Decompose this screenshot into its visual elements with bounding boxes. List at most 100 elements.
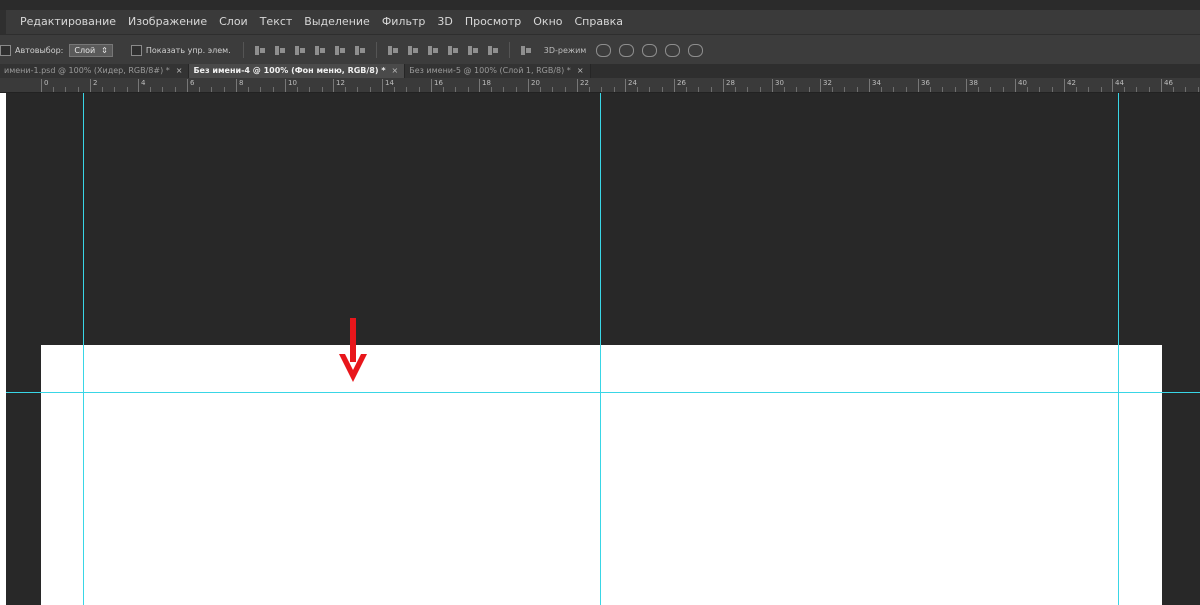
ruler-major-tick bbox=[1064, 79, 1065, 92]
autoselect-checkbox[interactable] bbox=[0, 44, 11, 56]
mode-3d-label: 3D-режим bbox=[543, 45, 587, 55]
ruler-minor-tick bbox=[1149, 87, 1150, 92]
autoselect-dropdown[interactable]: Слой ⇕ bbox=[69, 43, 113, 57]
menu-3d[interactable]: 3D bbox=[431, 10, 458, 34]
distribute-vcenter-icon[interactable] bbox=[407, 45, 419, 56]
ruler-minor-tick bbox=[857, 87, 858, 92]
rotate-3d-icon[interactable] bbox=[596, 43, 612, 57]
align-top-icon[interactable] bbox=[254, 45, 266, 56]
divider bbox=[375, 42, 377, 58]
menu-select[interactable]: Выделение bbox=[298, 10, 376, 34]
ruler-minor-tick bbox=[1003, 87, 1004, 92]
ruler-minor-tick bbox=[601, 87, 602, 92]
align-vcenter-icon[interactable] bbox=[274, 45, 286, 56]
distribute-hcenter-icon[interactable] bbox=[467, 45, 479, 56]
ruler-label: 8 bbox=[239, 79, 244, 87]
close-icon[interactable]: × bbox=[176, 64, 183, 78]
ruler-major-tick bbox=[479, 79, 480, 92]
document-canvas[interactable] bbox=[41, 345, 1162, 605]
ruler-minor-tick bbox=[309, 87, 310, 92]
menu-text[interactable]: Текст bbox=[254, 10, 299, 34]
menu-layers[interactable]: Слои bbox=[213, 10, 254, 34]
align-hcenter-icon[interactable] bbox=[334, 45, 346, 56]
distribute-top-icon[interactable] bbox=[387, 45, 399, 56]
close-icon[interactable]: × bbox=[577, 64, 584, 78]
tab-label: Без имени-5 @ 100% (Слой 1, RGB/8) * bbox=[409, 66, 571, 75]
roll-3d-icon[interactable] bbox=[619, 43, 635, 57]
ruler-major-tick bbox=[90, 79, 91, 92]
menu-help[interactable]: Справка bbox=[569, 10, 629, 34]
ruler-minor-tick bbox=[78, 87, 79, 92]
ruler-minor-tick bbox=[614, 87, 615, 92]
ruler-label: 30 bbox=[775, 79, 784, 87]
slide-3d-icon[interactable] bbox=[665, 43, 681, 57]
ruler-minor-tick bbox=[893, 87, 894, 92]
ruler-minor-tick bbox=[53, 87, 54, 92]
ruler-major-tick bbox=[187, 79, 188, 92]
guide-vertical[interactable] bbox=[600, 93, 601, 605]
ruler-minor-tick bbox=[881, 87, 882, 92]
options-bar: Автовыбор: Слой ⇕ Показать упр. элем. 3D… bbox=[0, 34, 1200, 66]
ruler-minor-tick bbox=[1198, 87, 1199, 92]
guide-vertical[interactable] bbox=[1118, 93, 1119, 605]
ruler-minor-tick bbox=[698, 87, 699, 92]
menu-filter[interactable]: Фильтр bbox=[376, 10, 432, 34]
ruler-label: 38 bbox=[969, 79, 978, 87]
guide-vertical[interactable] bbox=[83, 93, 84, 605]
distribute-bottom-icon[interactable] bbox=[427, 45, 439, 56]
ruler-minor-tick bbox=[552, 87, 553, 92]
menu-view[interactable]: Просмотр bbox=[459, 10, 527, 34]
ruler-minor-tick bbox=[1101, 87, 1102, 92]
ruler-minor-tick bbox=[443, 87, 444, 92]
document-tabs: имени-1.psd @ 100% (Хидер, RGB/8#) * × Б… bbox=[0, 64, 1200, 78]
ruler-minor-tick bbox=[990, 87, 991, 92]
ruler-minor-tick bbox=[844, 87, 845, 92]
ruler-major-tick bbox=[869, 79, 870, 92]
ruler-minor-tick bbox=[65, 87, 66, 92]
ruler-label: 40 bbox=[1018, 79, 1027, 87]
ruler-major-tick bbox=[41, 79, 42, 92]
document-tab[interactable]: имени-1.psd @ 100% (Хидер, RGB/8#) * × bbox=[0, 64, 190, 78]
align-right-icon[interactable] bbox=[354, 45, 366, 56]
guide-horizontal[interactable] bbox=[6, 392, 1200, 393]
align-bottom-icon[interactable] bbox=[294, 45, 306, 56]
tab-label: Без имени-4 @ 100% (Фон меню, RGB/8) * bbox=[193, 66, 386, 75]
ruler-major-tick bbox=[918, 79, 919, 92]
ruler-minor-tick bbox=[747, 87, 748, 92]
app-logo-edge bbox=[0, 10, 6, 34]
scale-3d-icon[interactable] bbox=[688, 43, 704, 57]
drag-3d-icon[interactable] bbox=[642, 43, 658, 57]
ruler-minor-tick bbox=[114, 87, 115, 92]
ruler-major-tick bbox=[431, 79, 432, 92]
ruler-minor-tick bbox=[711, 87, 712, 92]
ruler-minor-tick bbox=[394, 87, 395, 92]
ruler-label: 6 bbox=[190, 79, 195, 87]
ruler-major-tick bbox=[723, 79, 724, 92]
ruler-label: 34 bbox=[872, 79, 881, 87]
horizontal-ruler[interactable]: 0 2 4 6 8 10 12 14 16 18 20 22 24 26 28 30 32 34 36 38 40 42 4… bbox=[0, 78, 1200, 93]
ruler-minor-tick bbox=[565, 87, 566, 92]
ruler-minor-tick bbox=[955, 87, 956, 92]
ruler-major-tick bbox=[1015, 79, 1016, 92]
ruler-minor-tick bbox=[162, 87, 163, 92]
ruler-major-tick bbox=[1161, 79, 1162, 92]
ruler-minor-tick bbox=[357, 87, 358, 92]
menu-image[interactable]: Изображение bbox=[122, 10, 213, 34]
close-icon[interactable]: × bbox=[392, 64, 399, 78]
ruler-minor-tick bbox=[906, 87, 907, 92]
ruler-minor-tick bbox=[224, 87, 225, 92]
document-tab[interactable]: Без имени-5 @ 100% (Слой 1, RGB/8) * × bbox=[405, 64, 591, 78]
show-controls-checkbox[interactable] bbox=[130, 44, 142, 56]
ruler-minor-tick bbox=[637, 87, 638, 92]
menu-window[interactable]: Окно bbox=[527, 10, 568, 34]
photoshop-window: Редактирование Изображение Слои Текст Вы… bbox=[0, 0, 1200, 605]
align-left-icon[interactable] bbox=[314, 45, 326, 56]
auto-align-icon[interactable] bbox=[520, 45, 532, 56]
menu-edit[interactable]: Редактирование bbox=[14, 10, 122, 34]
ruler-major-tick bbox=[577, 79, 578, 92]
ruler-label: 28 bbox=[726, 79, 735, 87]
distribute-left-icon[interactable] bbox=[447, 45, 459, 56]
document-tab-active[interactable]: Без имени-4 @ 100% (Фон меню, RGB/8) * × bbox=[189, 64, 406, 78]
ruler-major-tick bbox=[285, 79, 286, 92]
distribute-right-icon[interactable] bbox=[487, 45, 499, 56]
